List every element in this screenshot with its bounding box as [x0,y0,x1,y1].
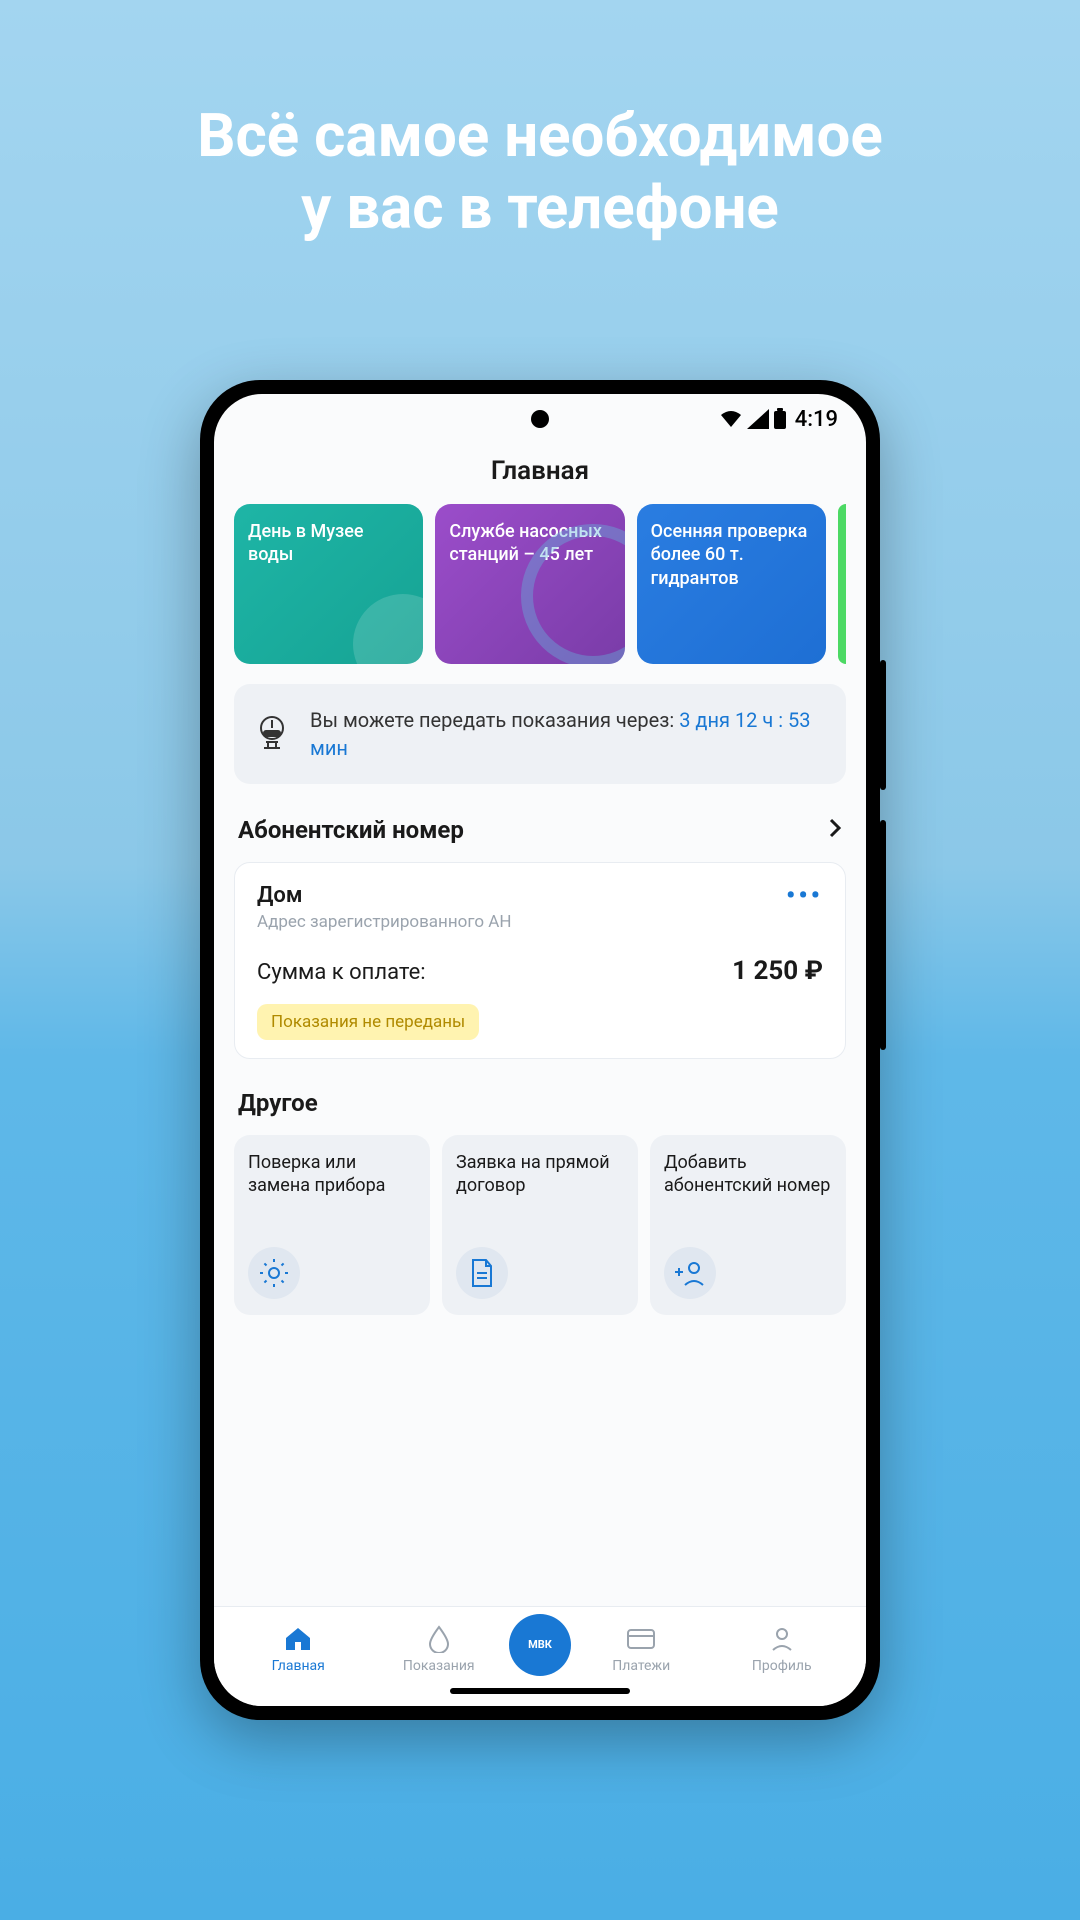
phone-side-button [880,660,886,790]
wifi-icon [719,409,743,429]
phone-screen: 4:19 Главная День в Музее воды Службе на… [214,394,866,1706]
due-label: Сумма к оплате: [257,960,426,985]
status-badge: Показания не переданы [257,1004,479,1040]
promo-headline: Всё самое необходимое у вас в телефоне [0,0,1080,244]
drop-icon [424,1624,454,1654]
more-icon[interactable]: ••• [786,883,823,909]
other-section-title: Другое [234,1085,846,1135]
nav-center-logo[interactable]: МВК [509,1614,571,1676]
bottom-nav: Главная Показания МВК Платежи [214,1606,866,1706]
meter-icon [252,712,292,756]
gear-icon [248,1247,300,1299]
due-amount: 1 250 ₽ [732,956,823,986]
phone-frame: 4:19 Главная День в Музее воды Службе на… [200,380,880,1720]
camera-notch [531,410,549,428]
chevron-right-icon [828,817,842,843]
tile-add-account[interactable]: Добавить абонентский номер [650,1135,846,1315]
add-user-icon [664,1247,716,1299]
nav-home[interactable]: Главная [228,1624,369,1674]
account-address: Адрес зарегистрированного АН [257,912,511,932]
home-icon [283,1624,313,1654]
home-indicator[interactable] [450,1688,630,1694]
tile-verification[interactable]: Поверка или замена прибора [234,1135,430,1315]
document-icon [456,1247,508,1299]
nav-profile[interactable]: Профиль [712,1624,853,1674]
action-tiles: Поверка или замена прибора Заявка на пря… [234,1135,846,1315]
news-card[interactable]: Службе насосных станций – 45 лет [435,504,624,664]
status-icons [719,408,787,430]
news-card-peek[interactable] [838,504,846,664]
card-icon [626,1624,656,1654]
subscriber-section-header[interactable]: Абонентский номер [234,808,846,862]
battery-icon [773,408,787,430]
readings-notice[interactable]: Вы можете передать показания через: 3 дн… [234,684,846,784]
main-content: День в Музее воды Службе насосных станци… [214,504,866,1606]
news-card[interactable]: День в Музее воды [234,504,423,664]
phone-side-button [880,820,886,1050]
page-title: Главная [214,444,866,504]
account-card[interactable]: Дом Адрес зарегистрированного АН ••• Сум… [234,862,846,1059]
section-title: Абонентский номер [238,816,464,844]
status-time: 4:19 [795,407,838,432]
news-cards-row[interactable]: День в Музее воды Службе насосных станци… [234,504,846,664]
notice-text: Вы можете передать показания через: 3 дн… [310,706,828,762]
nav-readings[interactable]: Показания [369,1624,510,1674]
tile-contract[interactable]: Заявка на прямой договор [442,1135,638,1315]
signal-icon [747,409,769,429]
user-icon [767,1624,797,1654]
account-name: Дом [257,883,511,908]
nav-payments[interactable]: Платежи [571,1624,712,1674]
news-card[interactable]: Осенняя проверка более 60 т. гидрантов [637,504,826,664]
